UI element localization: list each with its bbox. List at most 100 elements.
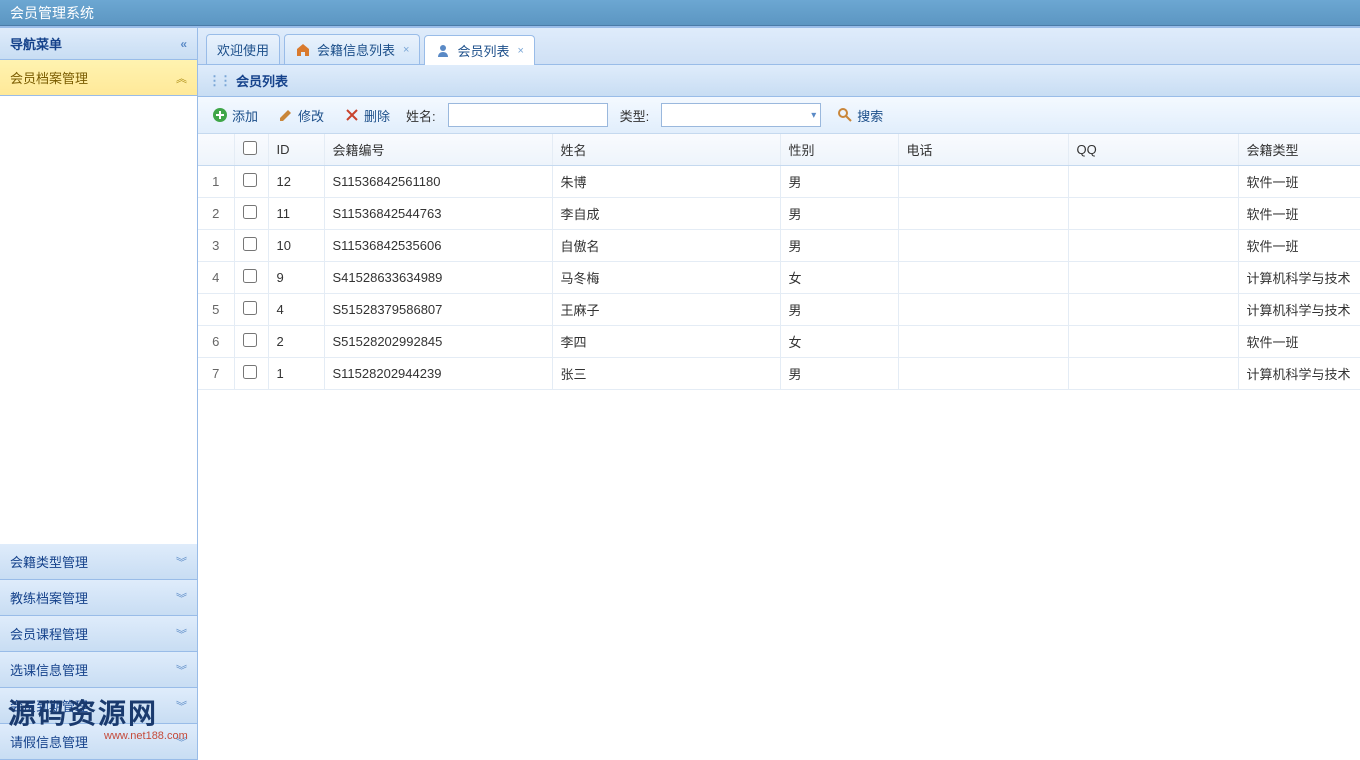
delete-button[interactable]: 删除: [340, 104, 394, 127]
table-row[interactable]: 71S11528202944239张三男计算机科学与技术: [198, 358, 1360, 390]
edit-button[interactable]: 修改: [274, 104, 328, 127]
cell-rownum: 2: [198, 198, 234, 230]
row-checkbox[interactable]: [243, 269, 257, 283]
cell-checkbox: [234, 294, 268, 326]
cell-phone: [898, 166, 1068, 198]
table-row[interactable]: 49S41528633634989马冬梅女计算机科学与技术: [198, 262, 1360, 294]
cell-code: S51528379586807: [324, 294, 552, 326]
collapse-sidebar-icon[interactable]: «: [180, 37, 187, 51]
sidebar-item-label: 会籍类型管理: [10, 552, 88, 571]
select-all-checkbox[interactable]: [243, 141, 257, 155]
cell-phone: [898, 326, 1068, 358]
table-row[interactable]: 54S51528379586807王麻子男计算机科学与技术: [198, 294, 1360, 326]
cell-qq: [1068, 326, 1238, 358]
row-checkbox[interactable]: [243, 333, 257, 347]
tabs-bar: 欢迎使用 会籍信息列表 × 会员列表 ×: [198, 28, 1360, 65]
add-button[interactable]: 添加: [208, 104, 262, 127]
sidebar-item-label: 会员档案管理: [10, 68, 88, 87]
cell-checkbox: [234, 198, 268, 230]
close-icon[interactable]: ×: [517, 45, 523, 57]
sidebar-header: 导航菜单 «: [0, 28, 197, 60]
app-header: 会员管理系统: [0, 0, 1360, 26]
accordion: 会员档案管理 ︽ 会籍类型管理 ︾ 教练档案管理 ︾ 会: [0, 60, 197, 760]
sidebar-item-label: 选课信息管理: [10, 660, 88, 679]
cell-id: 2: [268, 326, 324, 358]
cell-type: 软件一班: [1238, 230, 1360, 262]
col-qq[interactable]: QQ: [1068, 134, 1238, 166]
chevron-down-icon: ▾: [811, 110, 816, 121]
cell-checkbox: [234, 262, 268, 294]
sidebar-item-course-select[interactable]: 选课信息管理 ︾: [0, 652, 197, 687]
table-row[interactable]: 112S11536842561180朱博男软件一班: [198, 166, 1360, 198]
add-icon: [212, 107, 228, 123]
cell-type: 计算机科学与技术: [1238, 358, 1360, 390]
sidebar-item-member-archive[interactable]: 会员档案管理 ︽: [0, 60, 197, 95]
row-checkbox[interactable]: [243, 205, 257, 219]
table-row[interactable]: 62S51528202992845李四女软件一班: [198, 326, 1360, 358]
cell-type: 软件一班: [1238, 198, 1360, 230]
tab-membership-list[interactable]: 会籍信息列表 ×: [284, 34, 420, 64]
cell-gender: 男: [780, 230, 898, 262]
cell-phone: [898, 294, 1068, 326]
type-select[interactable]: ▾: [661, 103, 821, 127]
col-gender[interactable]: 性别: [780, 134, 898, 166]
cell-type: 计算机科学与技术: [1238, 262, 1360, 294]
col-phone[interactable]: 电话: [898, 134, 1068, 166]
cell-id: 10: [268, 230, 324, 262]
sidebar-item-coach-archive[interactable]: 教练档案管理 ︾: [0, 580, 197, 615]
app-title: 会员管理系统: [10, 5, 94, 21]
row-checkbox[interactable]: [243, 237, 257, 251]
name-input[interactable]: [448, 103, 608, 127]
cell-code: S11536842535606: [324, 230, 552, 262]
sidebar-item-membership-type[interactable]: 会籍类型管理 ︾: [0, 544, 197, 579]
cell-qq: [1068, 262, 1238, 294]
button-label: 删除: [364, 106, 390, 125]
toolbar: 添加 修改 删除 姓名: 类型: ▾: [198, 97, 1360, 134]
home-icon: [295, 42, 311, 58]
cell-qq: [1068, 294, 1238, 326]
row-checkbox[interactable]: [243, 301, 257, 315]
col-code[interactable]: 会籍编号: [324, 134, 552, 166]
row-checkbox[interactable]: [243, 173, 257, 187]
cell-rownum: 7: [198, 358, 234, 390]
cell-name: 自傲名: [552, 230, 780, 262]
cell-gender: 男: [780, 198, 898, 230]
cell-checkbox: [234, 166, 268, 198]
table-row[interactable]: 211S11536842544763李自成男软件一班: [198, 198, 1360, 230]
chevron-down-icon: ︾: [176, 626, 187, 642]
col-id[interactable]: ID: [268, 134, 324, 166]
cell-name: 朱博: [552, 166, 780, 198]
data-grid: ID 会籍编号 姓名 性别 电话 QQ 会籍类型 112S11536842561…: [198, 134, 1360, 760]
cell-phone: [898, 230, 1068, 262]
cell-code: S51528202992845: [324, 326, 552, 358]
sidebar-item-expiry[interactable]: 会员到期管理 ︾: [0, 688, 197, 723]
table-header-row: ID 会籍编号 姓名 性别 电话 QQ 会籍类型: [198, 134, 1360, 166]
cell-gender: 女: [780, 262, 898, 294]
tab-welcome[interactable]: 欢迎使用: [206, 34, 280, 64]
row-checkbox[interactable]: [243, 365, 257, 379]
chevron-down-icon: ︾: [176, 662, 187, 678]
close-icon[interactable]: ×: [403, 44, 409, 56]
grip-icon: ⋮⋮: [208, 73, 230, 89]
cell-checkbox: [234, 326, 268, 358]
cell-qq: [1068, 166, 1238, 198]
sidebar-item-label: 请假信息管理: [10, 732, 88, 751]
cell-name: 张三: [552, 358, 780, 390]
cell-gender: 男: [780, 294, 898, 326]
cell-rownum: 6: [198, 326, 234, 358]
col-checkbox: [234, 134, 268, 166]
search-button[interactable]: 搜索: [833, 104, 887, 127]
tab-member-list[interactable]: 会员列表 ×: [424, 35, 534, 65]
col-name[interactable]: 姓名: [552, 134, 780, 166]
cell-name: 李自成: [552, 198, 780, 230]
panel-title: 会员列表: [236, 71, 288, 90]
table-row[interactable]: 310S11536842535606自傲名男软件一班: [198, 230, 1360, 262]
col-type[interactable]: 会籍类型: [1238, 134, 1360, 166]
sidebar-item-label: 会员到期管理: [10, 696, 88, 715]
sidebar-item-member-course[interactable]: 会员课程管理 ︾: [0, 616, 197, 651]
cell-type: 软件一班: [1238, 166, 1360, 198]
type-label: 类型:: [620, 106, 650, 125]
sidebar-item-leave[interactable]: 请假信息管理 ︾: [0, 724, 197, 759]
cell-id: 12: [268, 166, 324, 198]
sidebar-item-label: 教练档案管理: [10, 588, 88, 607]
